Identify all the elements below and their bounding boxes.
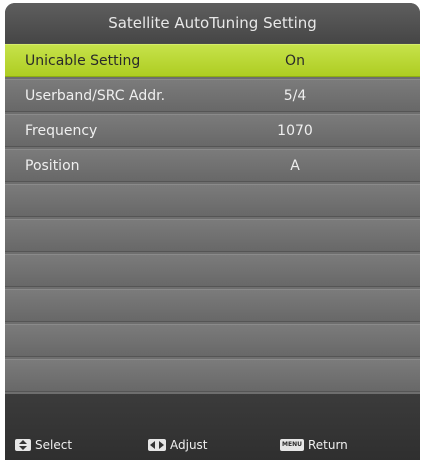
setting-value: 1070 <box>277 123 313 139</box>
setting-value: A <box>290 158 300 174</box>
setting-label: Frequency <box>25 123 98 139</box>
return-label: Return <box>307 438 348 452</box>
settings-panel: Satellite AutoTuning Setting Unicable Se… <box>5 3 420 460</box>
setting-value: On <box>285 53 305 69</box>
setting-label: Unicable Setting <box>25 53 141 69</box>
setting-row-position[interactable]: Position A <box>5 149 420 182</box>
return-hint: MENU Return <box>280 437 348 453</box>
empty-row <box>5 289 420 322</box>
setting-value: 5/4 <box>283 88 307 104</box>
empty-row <box>5 219 420 252</box>
menu-key-icon: MENU <box>280 439 304 451</box>
settings-list: Unicable Setting On Userband/SRC Addr. 5… <box>5 44 420 394</box>
empty-row <box>5 324 420 357</box>
setting-row-userband[interactable]: Userband/SRC Addr. 5/4 <box>5 79 420 112</box>
setting-label: Position <box>25 158 80 174</box>
adjust-hint: Adjust <box>148 437 208 453</box>
left-right-arrows-icon <box>148 439 166 451</box>
up-down-arrows-icon <box>15 439 31 451</box>
select-label: Select <box>35 438 73 452</box>
setting-row-frequency[interactable]: Frequency 1070 <box>5 114 420 147</box>
empty-row <box>5 254 420 287</box>
adjust-label: Adjust <box>170 438 208 452</box>
footer-hints: Select Adjust MENU Return <box>5 394 420 460</box>
empty-row <box>5 359 420 392</box>
empty-row <box>5 184 420 217</box>
page-title: Satellite AutoTuning Setting <box>5 3 420 43</box>
setting-row-unicable[interactable]: Unicable Setting On <box>5 44 420 77</box>
setting-label: Userband/SRC Addr. <box>25 88 166 104</box>
select-hint: Select <box>15 437 72 453</box>
